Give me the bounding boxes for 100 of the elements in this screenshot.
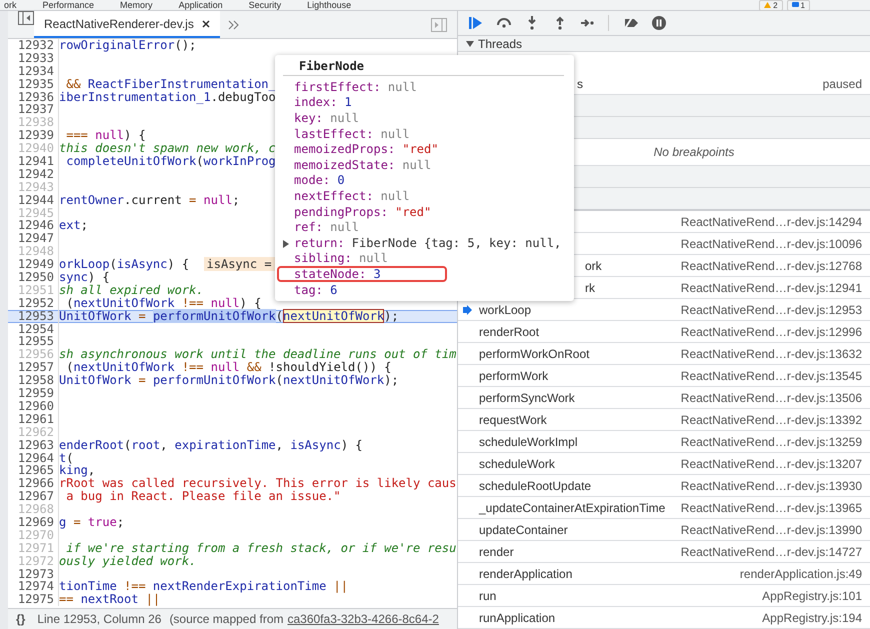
line-number: 12954	[8, 322, 59, 336]
frame-name: ork	[585, 258, 602, 272]
call-frame[interactable]: performWorkOnRoot ReactNativeRend…r-dev.js:13632	[458, 343, 870, 365]
line-number: 12939	[8, 129, 59, 142]
line-number: 12964	[8, 452, 59, 464]
frame-name: scheduleWorkImpl	[479, 434, 578, 448]
code-text: a bug in React. Please file an issue."	[65, 490, 341, 504]
code-text: UnitOfWork = performUnitOfWork(nextUnitOfWork);	[59, 374, 399, 388]
frame-name: scheduleRootUpdate	[479, 478, 592, 492]
panel-tab[interactable]: Lighthouse	[307, 0, 352, 10]
line-number: 12961	[8, 412, 59, 426]
panel-tab[interactable]: Performance	[42, 0, 94, 10]
line-number: 12971	[8, 542, 59, 555]
popover-title: FiberNode	[283, 55, 564, 76]
frame-location: ReactNativeRend…r-dev.js:13930	[680, 478, 862, 492]
triangle-icon[interactable]	[466, 40, 474, 46]
line-number: 12951	[8, 284, 59, 297]
line-number: 12968	[8, 503, 59, 516]
expand-triangle-icon[interactable]	[283, 240, 289, 248]
frame-location: AppRegistry.js:194	[762, 610, 862, 624]
frame-location: ReactNativeRend…r-dev.js:12953	[680, 302, 862, 316]
frame-location: ReactNativeRend…r-dev.js:14294	[680, 214, 862, 228]
frame-location: ReactNativeRend…r-dev.js:12768	[680, 258, 862, 272]
call-frame[interactable]: runApplication AppRegistry.js:194	[458, 607, 870, 629]
code-text: (nextUnitOfWork !== null) {	[65, 296, 262, 310]
frame-location: ReactNativeRend…r-dev.js:13632	[680, 346, 862, 360]
call-frame[interactable]: scheduleWork ReactNativeRend…r-dev.js:13207	[458, 453, 870, 475]
chevron-icon[interactable]	[228, 20, 240, 30]
panel-tab[interactable]: Memory	[120, 0, 153, 10]
play-bar-icon[interactable]	[468, 15, 484, 31]
line-number: 12943	[8, 180, 59, 194]
frame-location: ReactNativeRend…r-dev.js:13207	[680, 456, 862, 470]
frame-location: ReactNativeRend…r-dev.js:14727	[680, 544, 862, 558]
line-number: 12950	[8, 271, 59, 284]
call-frame[interactable]: updateContainer ReactNativeRend…r-dev.js:13990	[458, 519, 870, 541]
line-number: 12958	[8, 374, 59, 388]
panel-tab[interactable]: Application	[178, 0, 223, 10]
code-text: enderRoot(root, expirationTime, isAsync) {	[59, 438, 362, 452]
source-map-link[interactable]: ca360fa3-32b3-4266-8c64-2	[287, 612, 439, 626]
panel-tab[interactable]: Security	[248, 0, 282, 10]
code-text: sync) {	[59, 271, 110, 284]
line-number: 12974	[8, 580, 59, 594]
frame-location: ReactNativeRend…r-dev.js:13545	[680, 368, 862, 382]
frame-name: updateContainer	[479, 522, 568, 536]
code-text: ext;	[59, 219, 88, 232]
panel-tab[interactable]: ork	[4, 0, 17, 10]
call-frame[interactable]: scheduleRootUpdate ReactNativeRend…r-dev.js:13930	[458, 475, 870, 497]
code-text: ously yielded work.	[59, 554, 196, 568]
code-text: === null) {	[65, 129, 146, 142]
frame-location: AppRegistry.js:101	[762, 588, 862, 602]
code-text: && ReactFiberInstrumentation_	[65, 78, 276, 91]
call-frame[interactable]: scheduleWorkImpl ReactNativeRend…r-dev.js:13259	[458, 431, 870, 453]
line-number: 12932	[8, 39, 59, 52]
line-number: 12970	[8, 528, 59, 542]
line-number: 12937	[8, 103, 59, 116]
format-icon[interactable]: {}	[16, 612, 26, 626]
code-text: completeUnitOfWork(workInProg	[65, 155, 276, 168]
frame-location: renderApplication.js:49	[740, 566, 862, 580]
section-header[interactable]: Threads	[458, 36, 870, 52]
call-frame[interactable]: renderRoot ReactNativeRend…r-dev.js:12996	[458, 321, 870, 343]
panel-toggle-icon[interactable]	[431, 18, 447, 32]
object-property: nextEffect: null	[293, 188, 411, 204]
line-number: 12973	[8, 568, 59, 580]
close-icon[interactable]	[202, 20, 210, 28]
frame-name: performWork	[479, 368, 548, 382]
call-frame[interactable]: render ReactNativeRend…r-dev.js:14727	[458, 541, 870, 563]
thread-status: paused	[822, 76, 862, 90]
line-number: 12945	[8, 206, 59, 220]
line-number: 12965	[8, 464, 59, 478]
current-frame-icon	[463, 304, 472, 314]
object-property: ref: null	[293, 219, 360, 235]
frame-location: ReactNativeRend…r-dev.js:13392	[680, 412, 862, 426]
call-frame[interactable]: performWork ReactNativeRend…r-dev.js:13545	[458, 365, 870, 387]
line-number: 12956	[8, 348, 59, 362]
call-frame[interactable]: performSyncWork ReactNativeRend…r-dev.js:13506	[458, 387, 870, 409]
call-frame[interactable]: requestWork ReactNativeRend…r-dev.js:13392	[458, 409, 870, 431]
line-number: 12941	[8, 155, 59, 168]
line-number: 12975	[8, 593, 59, 606]
line-number: 12969	[8, 516, 59, 529]
line-number: 12944	[8, 194, 59, 207]
call-frame[interactable]: _updateContainerAtExpirationTime ReactNativeRend…r-dev.js:13965	[458, 497, 870, 519]
line-number: 12960	[8, 400, 59, 413]
frame-location: ReactNativeRend…r-dev.js:13506	[680, 390, 862, 404]
call-frame[interactable]: run AppRegistry.js:101	[458, 585, 870, 607]
code-text: g = true;	[59, 516, 124, 529]
pause-icon[interactable]	[651, 15, 667, 31]
line-number: 12955	[8, 335, 59, 348]
sidebar-toggle-icon[interactable]	[18, 11, 34, 25]
warning-badge[interactable]: 2	[759, 0, 783, 10]
frame-name: workLoop	[479, 302, 532, 316]
frame-name: render	[479, 544, 514, 558]
object-property: mode: 0	[293, 172, 346, 188]
frame-location: ReactNativeRend…r-dev.js:12996	[680, 324, 862, 338]
call-frame[interactable]: renderApplication renderApplication.js:49	[458, 563, 870, 585]
frame-name: rk	[585, 280, 595, 294]
frame-name: renderRoot	[479, 324, 540, 338]
frame-location: ReactNativeRend…r-dev.js:13990	[680, 522, 862, 536]
object-property: sibling: null	[293, 250, 389, 266]
line-number: 12936	[8, 90, 59, 104]
file-tab[interactable]: ReactNativeRenderer-dev.js	[34, 11, 220, 38]
